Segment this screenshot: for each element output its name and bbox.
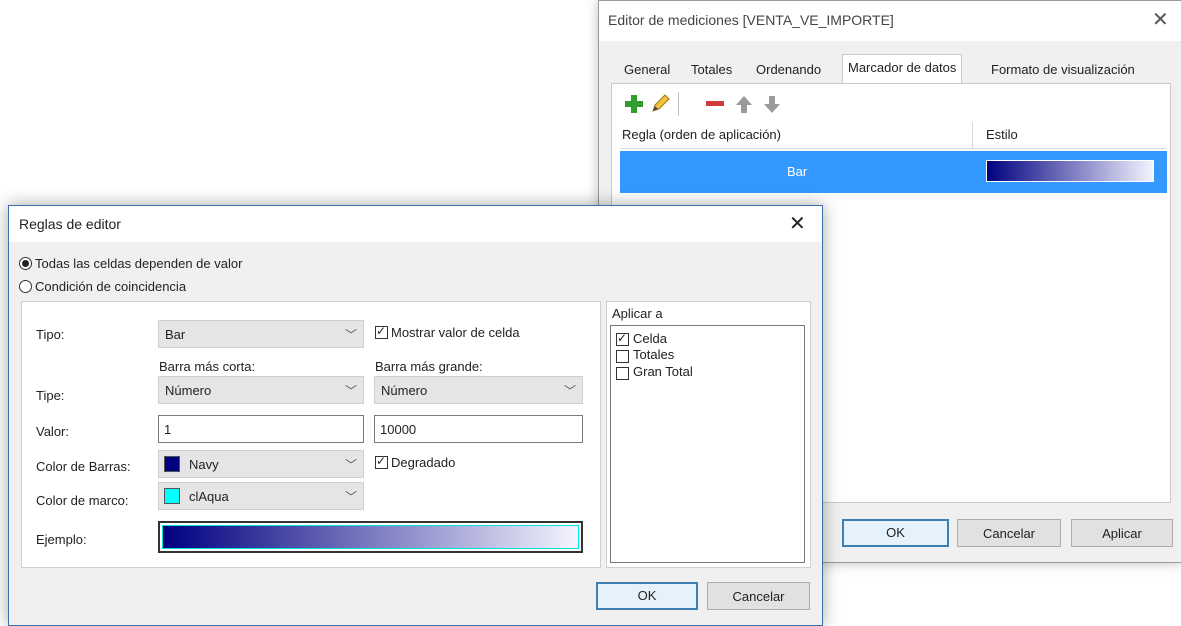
dialog-title: Editor de mediciones [VENTA_VE_IMPORTE] — [608, 12, 894, 28]
tab-general[interactable]: General — [618, 56, 676, 83]
radio-all-cells-label[interactable]: Todas las celdas dependen de valor — [35, 256, 242, 271]
table-row[interactable]: Bar — [620, 151, 1167, 193]
apply-to-gran-total-checkbox[interactable] — [616, 367, 629, 380]
apply-to-panel: Aplicar a Celda Totales Gran Total — [606, 301, 811, 568]
example-gradient-bar — [162, 525, 579, 549]
navy-swatch — [164, 456, 180, 472]
gradient-checkbox[interactable] — [375, 454, 388, 469]
cancel-button[interactable]: Cancelar — [957, 519, 1061, 547]
apply-to-gran-total-label[interactable]: Gran Total — [633, 364, 693, 379]
apply-to-list: Celda Totales Gran Total — [610, 325, 805, 563]
tipo-label: Tipo: — [36, 327, 65, 342]
title-bar: Reglas de editor ✕ — [9, 206, 822, 242]
gradient-label[interactable]: Degradado — [391, 455, 455, 470]
move-up-icon[interactable] — [733, 93, 755, 115]
apply-to-totales-checkbox[interactable] — [616, 350, 629, 363]
ok-button[interactable]: OK — [596, 582, 698, 610]
valor-label: Valor: — [36, 424, 69, 439]
aqua-swatch — [164, 488, 180, 504]
bar-color-select[interactable]: Navy ﹀ — [158, 450, 364, 478]
grid-header: Regla (orden de aplicación) Estilo — [620, 122, 1167, 149]
remove-icon[interactable] — [704, 93, 726, 115]
bar-color-value: Navy — [189, 457, 219, 472]
dialog-title: Reglas de editor — [19, 216, 121, 232]
bar-color-label: Color de Barras: — [36, 459, 131, 474]
short-bar-type-value: Número — [165, 383, 212, 398]
tipe-label: Tipe: — [36, 388, 65, 403]
long-bar-label: Barra más grande: — [375, 359, 483, 374]
border-color-label: Color de marco: — [36, 493, 129, 508]
border-color-value: clAqua — [189, 489, 229, 504]
show-cell-value-label[interactable]: Mostrar valor de celda — [391, 325, 520, 340]
apply-to-celda-checkbox[interactable] — [616, 331, 629, 346]
chevron-down-icon: ﹀ — [344, 384, 357, 398]
apply-to-totales-label[interactable]: Totales — [633, 347, 674, 362]
ok-button[interactable]: OK — [842, 519, 949, 547]
short-bar-value-input[interactable]: 1 — [158, 415, 364, 443]
title-bar: Editor de mediciones [VENTA_VE_IMPORTE] … — [599, 1, 1181, 41]
tab-formato-de-visualizacion[interactable]: Formato de visualización — [985, 56, 1141, 83]
settings-panel: Tipo: Bar ﹀ Mostrar valor de celda Barra… — [21, 301, 601, 568]
example-preview — [158, 521, 583, 553]
apply-to-title: Aplicar a — [612, 306, 663, 321]
radio-match-condition-label[interactable]: Condición de coincidencia — [35, 279, 186, 294]
edit-pencil-icon[interactable] — [649, 93, 671, 115]
show-cell-value-checkbox[interactable] — [375, 324, 388, 339]
example-label: Ejemplo: — [36, 532, 87, 547]
radio-all-cells[interactable] — [19, 257, 32, 270]
tab-ordenando[interactable]: Ordenando — [750, 56, 827, 83]
column-divider — [972, 122, 973, 148]
chevron-down-icon: ﹀ — [344, 328, 357, 342]
move-down-icon[interactable] — [761, 93, 783, 115]
tipo-select[interactable]: Bar ﹀ — [158, 320, 364, 348]
tab-totales[interactable]: Totales — [685, 56, 738, 83]
radio-match-condition[interactable] — [19, 280, 32, 293]
column-header-rule[interactable]: Regla (orden de aplicación) — [622, 127, 781, 142]
short-bar-type-select[interactable]: Número ﹀ — [158, 376, 364, 404]
add-icon[interactable] — [623, 93, 645, 115]
rule-name: Bar — [787, 164, 808, 179]
long-bar-type-select[interactable]: Número ﹀ — [374, 376, 583, 404]
short-bar-label: Barra más corta: — [159, 359, 256, 374]
style-preview-bar — [986, 160, 1154, 182]
tipo-value: Bar — [165, 327, 186, 342]
long-bar-value-input[interactable]: 10000 — [374, 415, 583, 443]
apply-to-celda-label[interactable]: Celda — [633, 331, 667, 346]
cancel-button[interactable]: Cancelar — [707, 582, 810, 610]
close-icon[interactable]: ✕ — [1152, 10, 1169, 30]
long-bar-value: 10000 — [380, 422, 417, 437]
rules-editor-dialog: Reglas de editor ✕ Todas las celdas depe… — [8, 205, 823, 626]
apply-button[interactable]: Aplicar — [1071, 519, 1173, 547]
chevron-down-icon: ﹀ — [344, 458, 357, 472]
tab-marcador-de-datos[interactable]: Marcador de datos — [842, 54, 963, 85]
column-header-style[interactable]: Estilo — [986, 127, 1018, 142]
chevron-down-icon: ﹀ — [563, 384, 576, 398]
short-bar-value: 1 — [164, 422, 172, 437]
chevron-down-icon: ﹀ — [344, 490, 357, 504]
border-color-select[interactable]: clAqua ﹀ — [158, 482, 364, 510]
toolbar-divider — [678, 92, 679, 116]
long-bar-type-value: Número — [381, 383, 428, 398]
close-icon[interactable]: ✕ — [789, 214, 806, 234]
